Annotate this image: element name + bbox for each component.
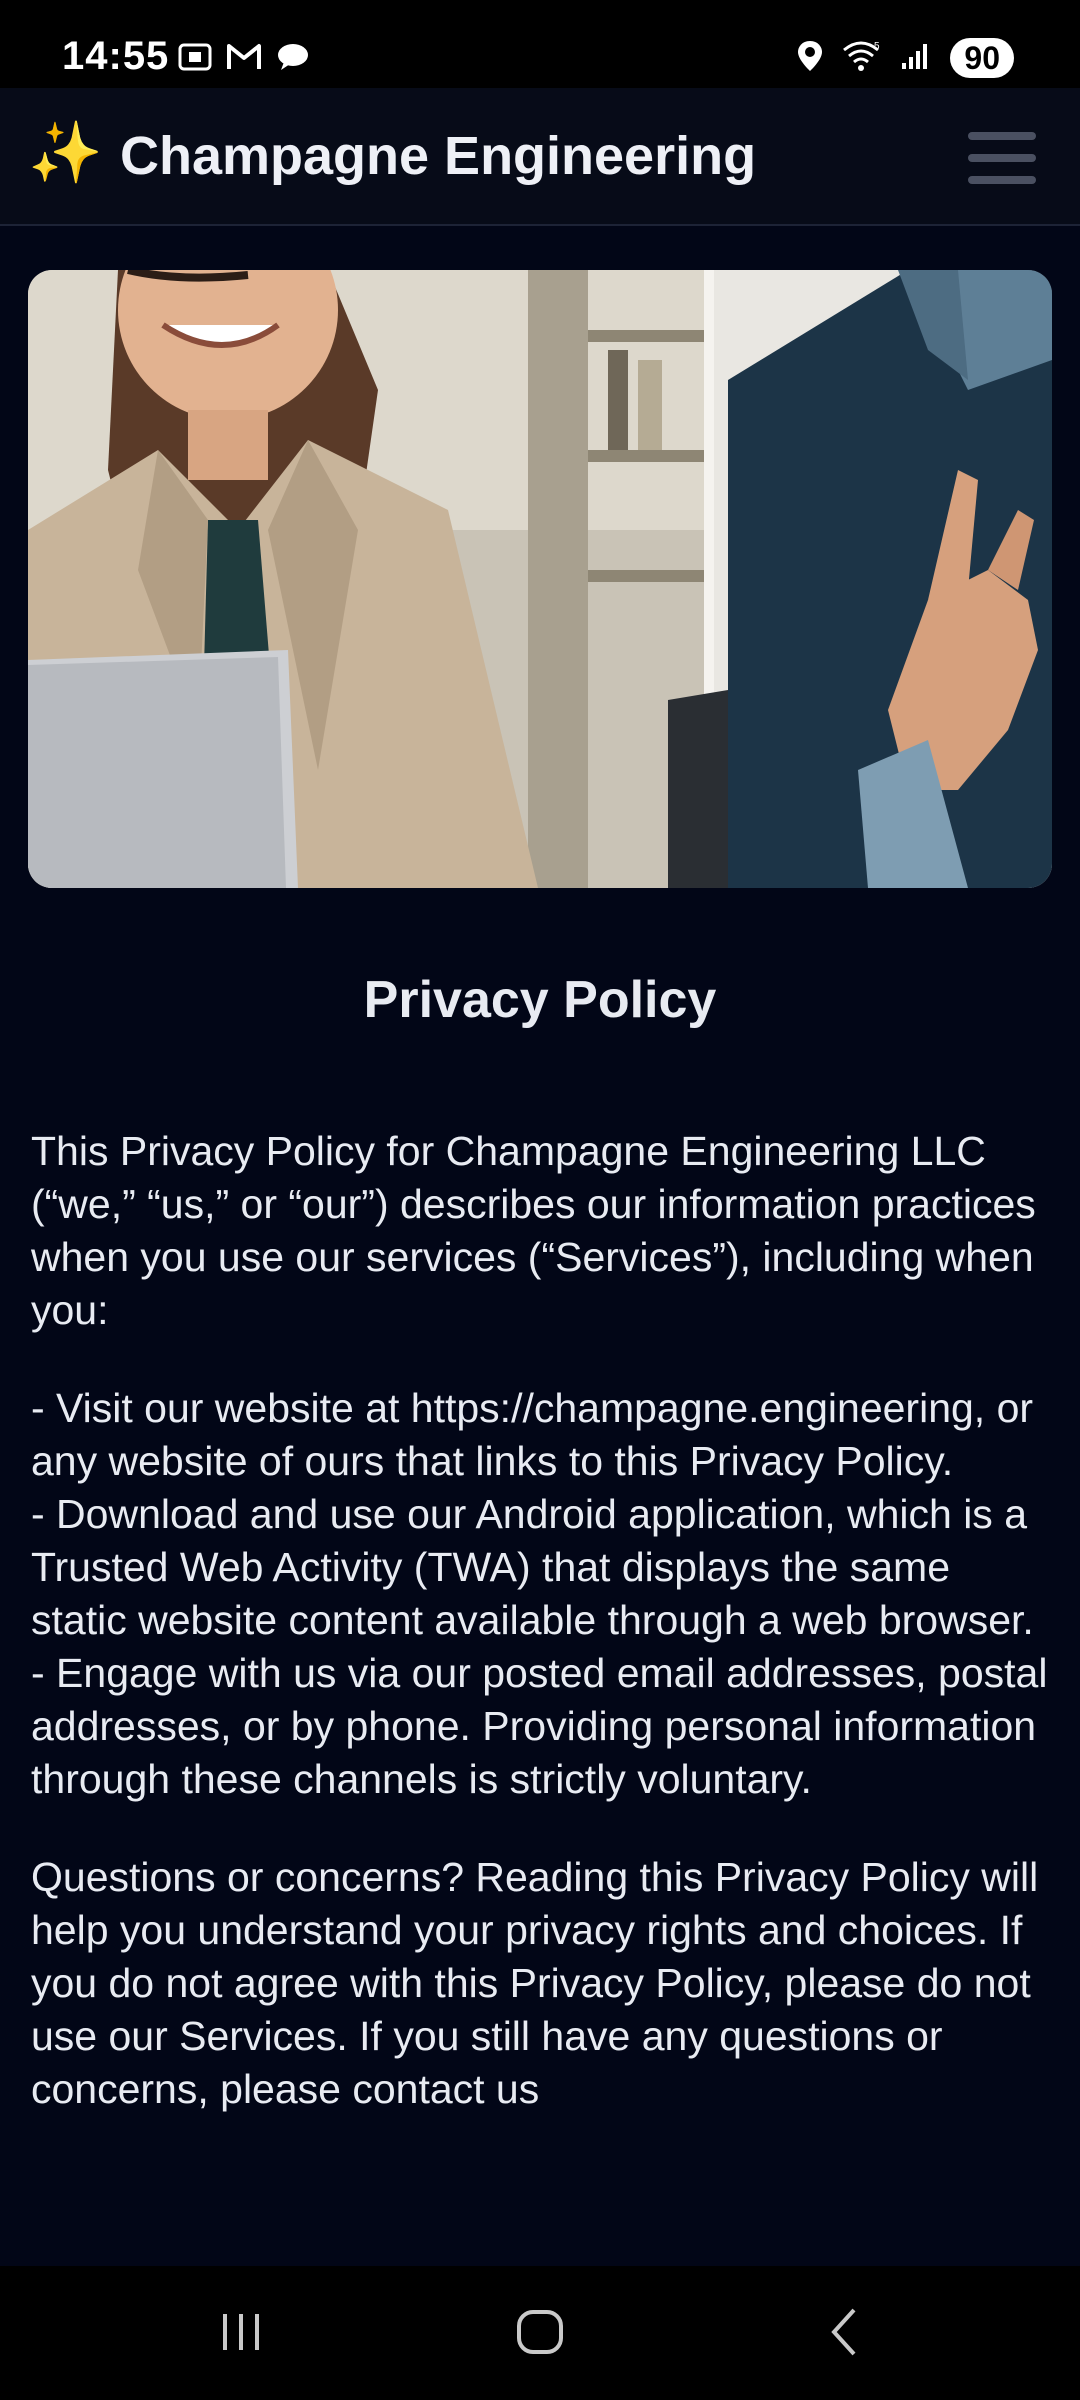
gmail-icon xyxy=(226,42,262,77)
brand-title[interactable]: Champagne Engineering xyxy=(120,124,756,188)
recents-icon[interactable] xyxy=(215,2306,267,2363)
signal-icon xyxy=(900,41,932,76)
app-header: ✨ Champagne Engineering xyxy=(0,88,1080,226)
status-bar: 14:55 5 90 xyxy=(0,0,1080,88)
notification-icons xyxy=(178,42,310,77)
bullet-item-contact: - Engage with us via our posted email ad… xyxy=(31,1650,1048,1802)
system-icons: 5 90 xyxy=(796,38,1014,78)
sparkles-icon: ✨ xyxy=(28,119,103,186)
intro-paragraph: This Privacy Policy for Champagne Engine… xyxy=(31,1128,1036,1333)
battery-indicator: 90 xyxy=(950,38,1014,78)
bullet-item-android-app: - Download and use our Android applicati… xyxy=(31,1491,1034,1643)
navigation-bar xyxy=(0,2266,1080,2400)
policy-content: This Privacy Policy for Champagne Engine… xyxy=(31,1125,1051,2161)
bullet-item-website: - Visit our website at https://champagne… xyxy=(31,1385,1034,1484)
svg-text:5: 5 xyxy=(874,41,880,52)
status-time: 14:55 xyxy=(62,34,170,78)
hamburger-menu-button[interactable] xyxy=(968,132,1036,184)
hero-image xyxy=(28,270,1052,888)
location-icon xyxy=(796,39,824,78)
page-title: Privacy Policy xyxy=(363,971,717,1029)
chat-icon xyxy=(276,42,310,77)
screenshot-icon xyxy=(178,42,212,77)
wifi-icon: 5 xyxy=(842,40,882,77)
hamburger-menu-icon xyxy=(968,132,1036,140)
back-icon[interactable] xyxy=(820,2306,872,2363)
questions-paragraph: Questions or concerns? Reading this Priv… xyxy=(31,1854,1039,2112)
home-icon[interactable] xyxy=(514,2306,566,2363)
